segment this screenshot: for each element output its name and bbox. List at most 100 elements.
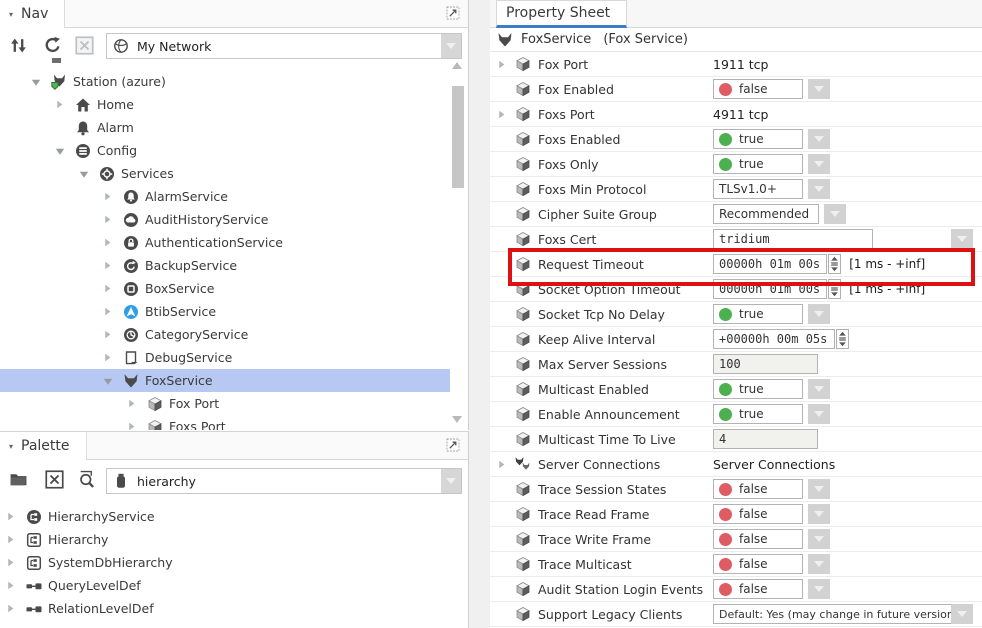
close-palette-button[interactable]: [44, 469, 64, 489]
time-field[interactable]: 00000h 01m 00s: [713, 279, 827, 299]
dropdown-button[interactable]: [808, 479, 830, 499]
open-palette-button[interactable]: [8, 469, 28, 489]
collapsed-arrow-icon[interactable]: [497, 110, 515, 119]
collapsed-arrow-icon[interactable]: [497, 60, 515, 69]
property-row-trace-write-frame[interactable]: Trace Write Framefalse: [490, 527, 982, 552]
pane-splitter[interactable]: [469, 0, 490, 628]
select-field[interactable]: TLSv1.0+: [713, 179, 803, 199]
tab-nav[interactable]: ▾ Nav: [0, 0, 65, 28]
dropdown-button[interactable]: [808, 404, 830, 424]
tree-item-services[interactable]: Services: [0, 162, 450, 185]
property-row-foxs-min-protocol[interactable]: Foxs Min ProtocolTLSv1.0+: [490, 177, 982, 202]
collapsed-arrow-icon[interactable]: [103, 192, 123, 201]
tree-item-btibservice[interactable]: BtibService: [0, 300, 450, 323]
tree-item-hierarchyservice[interactable]: HierarchyService: [0, 505, 450, 528]
dropdown-button[interactable]: [808, 504, 830, 524]
property-row-multicast-time-to-live[interactable]: Multicast Time To Live4: [490, 427, 982, 452]
tree-item-alarmservice[interactable]: AlarmService: [0, 185, 450, 208]
dropdown-button[interactable]: [808, 179, 830, 199]
property-row-fox-port[interactable]: Fox Port1911 tcp: [490, 52, 982, 77]
tree-item-hierarchy[interactable]: Hierarchy: [0, 528, 450, 551]
dropdown-button[interactable]: [808, 529, 830, 549]
time-field[interactable]: 00000h 01m 00s: [713, 254, 827, 274]
dropdown-button[interactable]: [808, 154, 830, 174]
boolean-field[interactable]: true: [713, 304, 803, 324]
collapsed-arrow-icon[interactable]: [103, 261, 123, 270]
property-row-multicast-enabled[interactable]: Multicast Enabledtrue: [490, 377, 982, 402]
dropdown-button[interactable]: [808, 554, 830, 574]
property-row-keep-alive-interval[interactable]: Keep Alive Interval+00000h 00m 05s: [490, 327, 982, 352]
boolean-field[interactable]: true: [713, 379, 803, 399]
property-row-trace-multicast[interactable]: Trace Multicastfalse: [490, 552, 982, 577]
boolean-field[interactable]: true: [713, 129, 803, 149]
tree-item-boxservice[interactable]: BoxService: [0, 277, 450, 300]
popout-icon[interactable]: [443, 435, 463, 455]
search-palette-button[interactable]: [76, 469, 96, 489]
tree-item-home[interactable]: Home: [0, 93, 450, 116]
property-row-request-timeout[interactable]: Request Timeout00000h 01m 00s[1 ms - +in…: [490, 252, 982, 277]
collapsed-arrow-icon[interactable]: [6, 604, 26, 613]
tree-item-foxservice[interactable]: FoxService: [0, 369, 450, 392]
boolean-field[interactable]: false: [713, 554, 803, 574]
expanded-arrow-icon[interactable]: [55, 146, 75, 156]
property-row-trace-read-frame[interactable]: Trace Read Framefalse: [490, 502, 982, 527]
tree-item-relationleveldef[interactable]: RelationLevelDef: [0, 597, 450, 620]
tree-item-systemdbhierarchy[interactable]: SystemDbHierarchy: [0, 551, 450, 574]
tree-item-categoryservice[interactable]: CategoryService: [0, 323, 450, 346]
boolean-field[interactable]: false: [713, 529, 803, 549]
boolean-field[interactable]: false: [713, 79, 803, 99]
tree-item-authenticationservice[interactable]: AuthenticationService: [0, 231, 450, 254]
collapsed-arrow-icon[interactable]: [497, 460, 515, 469]
dropdown-button[interactable]: [824, 204, 846, 224]
collapsed-arrow-icon[interactable]: [103, 353, 123, 362]
tab-property-sheet[interactable]: Property Sheet: [496, 0, 627, 28]
property-row-socket-option-timeout[interactable]: Socket Option Timeout00000h 01m 00s[1 ms…: [490, 277, 982, 302]
refresh-button[interactable]: [42, 35, 62, 55]
property-row-foxs-cert[interactable]: Foxs Certtridium: [490, 227, 982, 252]
dropdown-button[interactable]: [808, 579, 830, 599]
collapsed-arrow-icon[interactable]: [103, 215, 123, 224]
property-row-support-legacy-clients[interactable]: Support Legacy ClientsDefault: Yes (may …: [490, 602, 982, 627]
select-field[interactable]: Default: Yes (may change in future versi…: [713, 604, 953, 624]
spinner-icon[interactable]: [828, 279, 841, 299]
tree-item-config[interactable]: Config: [0, 139, 450, 162]
collapsed-arrow-icon[interactable]: [103, 307, 123, 316]
property-row-enable-announcement[interactable]: Enable Announcementtrue: [490, 402, 982, 427]
boolean-field[interactable]: true: [713, 154, 803, 174]
tree-item-backupservice[interactable]: BackupService: [0, 254, 450, 277]
dropdown-button[interactable]: [951, 229, 973, 249]
collapsed-arrow-icon[interactable]: [6, 535, 26, 544]
collapsed-arrow-icon[interactable]: [103, 238, 123, 247]
collapsed-arrow-icon[interactable]: [55, 100, 75, 109]
property-row-server-connections[interactable]: Server ConnectionsServer Connections: [490, 452, 982, 477]
dropdown-button[interactable]: [808, 304, 830, 324]
number-field[interactable]: 100: [713, 354, 818, 374]
tree-item-audithistoryservice[interactable]: AuditHistoryService: [0, 208, 450, 231]
tab-caret-icon[interactable]: ▾: [9, 10, 13, 19]
dropdown-button[interactable]: [808, 379, 830, 399]
dropdown-button[interactable]: [808, 79, 830, 99]
collapsed-arrow-icon[interactable]: [127, 422, 147, 430]
tree-item-fox-port[interactable]: Fox Port: [0, 392, 450, 415]
collapsed-arrow-icon[interactable]: [103, 330, 123, 339]
nav-ord-combobox[interactable]: My Network: [106, 33, 462, 59]
sort-button[interactable]: [8, 35, 28, 55]
tree-item-alarm[interactable]: Alarm: [0, 116, 450, 139]
collapsed-arrow-icon[interactable]: [103, 284, 123, 293]
property-row-foxs-only[interactable]: Foxs Onlytrue: [490, 152, 982, 177]
property-row-max-server-sessions[interactable]: Max Server Sessions100: [490, 352, 982, 377]
expanded-arrow-icon[interactable]: [103, 376, 123, 386]
property-row-foxs-port[interactable]: Foxs Port4911 tcp: [490, 102, 982, 127]
property-row-trace-session-states[interactable]: Trace Session Statesfalse: [490, 477, 982, 502]
scrollbar-thumb[interactable]: [452, 86, 464, 188]
time-field[interactable]: +00000h 00m 05s: [713, 329, 835, 349]
expanded-arrow-icon[interactable]: [79, 169, 99, 179]
scroll-down-icon[interactable]: [452, 416, 462, 423]
tree-item-debugservice[interactable]: DebugService: [0, 346, 450, 369]
expanded-arrow-icon[interactable]: [31, 77, 51, 87]
dropdown-button[interactable]: [808, 129, 830, 149]
property-row-socket-tcp-no-delay[interactable]: Socket Tcp No Delaytrue: [490, 302, 982, 327]
tab-palette[interactable]: ▾ Palette: [0, 432, 87, 460]
boolean-field[interactable]: false: [713, 504, 803, 524]
scroll-up-icon[interactable]: [452, 62, 462, 69]
